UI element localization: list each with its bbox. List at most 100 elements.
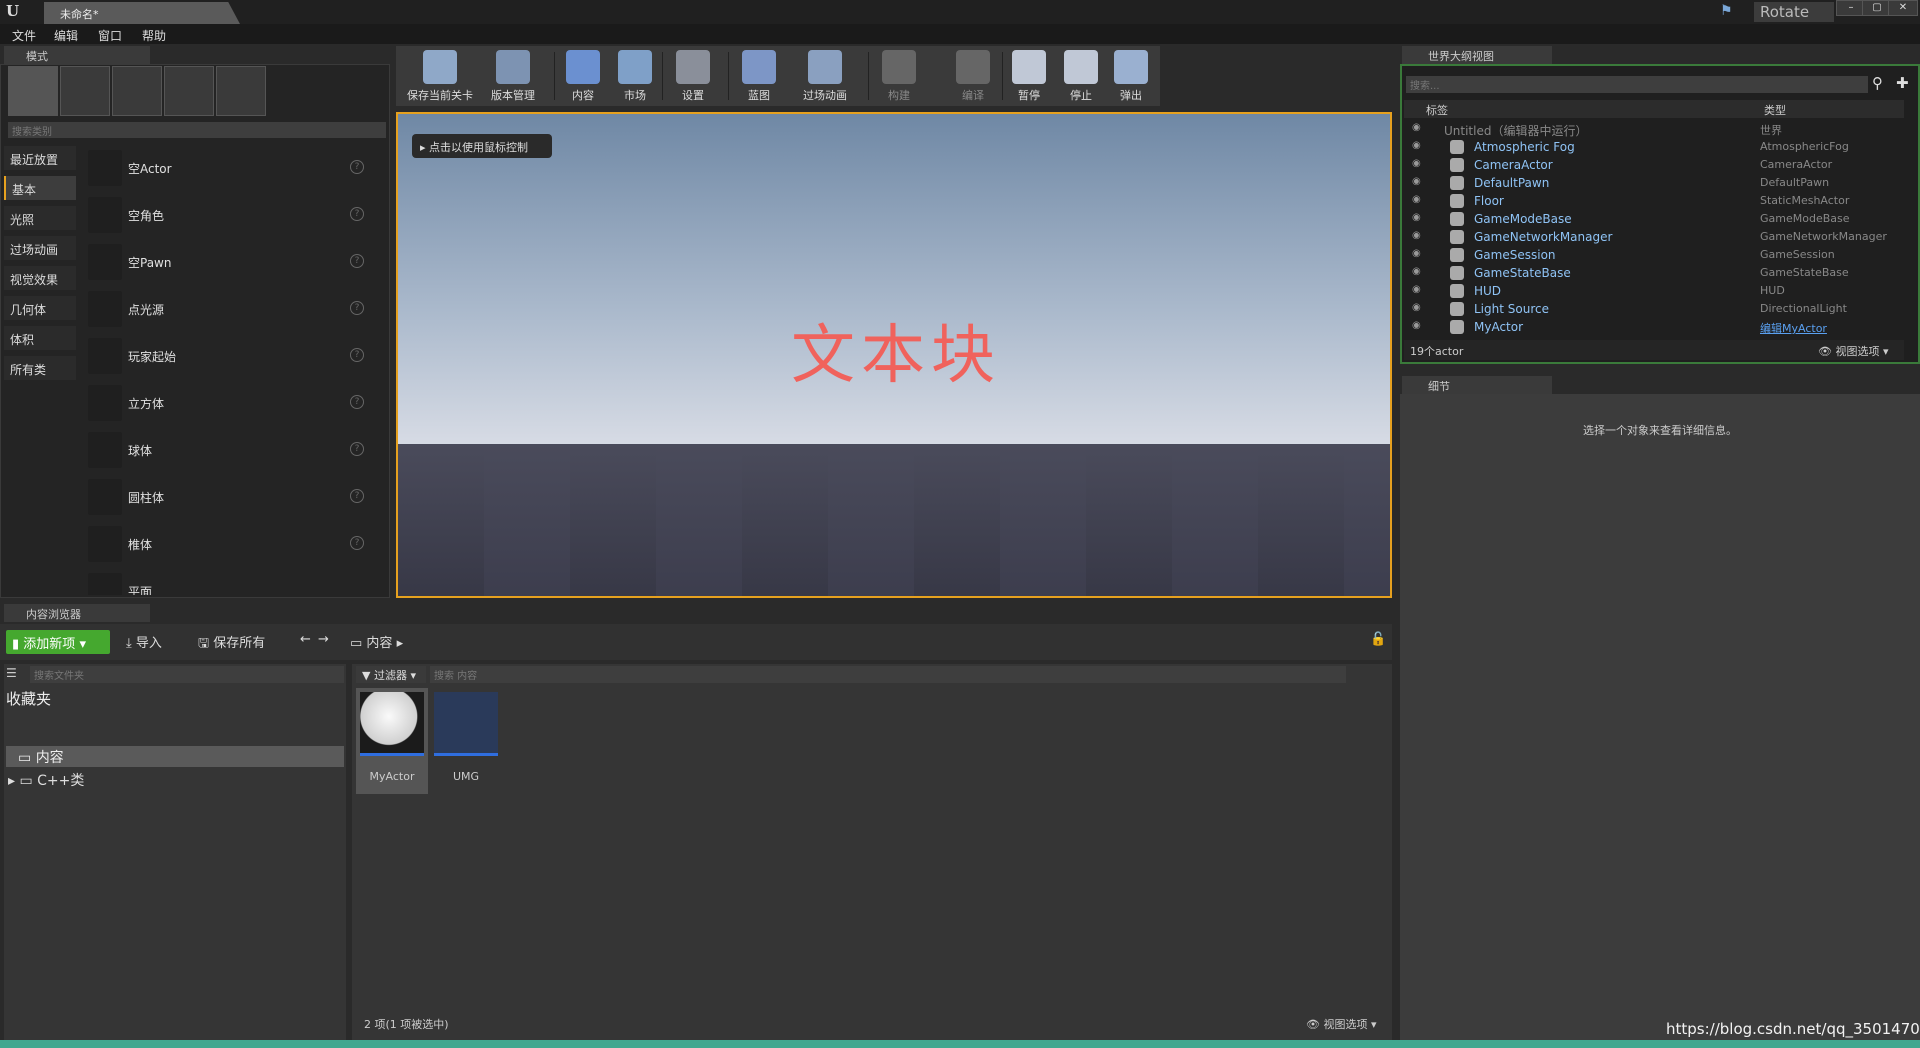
folder-cpp-classes[interactable]: ▸ ▭ C++类 [8, 770, 84, 790]
outliner-row[interactable]: ◉ Floor StaticMeshActor [1404, 192, 1902, 210]
content-button[interactable]: 内容 [558, 48, 608, 104]
place-item-player-start[interactable]: 玩家起始? [84, 334, 374, 380]
help-icon[interactable]: ? [350, 207, 364, 221]
menu-help[interactable]: 帮助 [142, 27, 166, 44]
settings-button[interactable]: 设置 [666, 48, 720, 104]
outliner-search-input[interactable]: 搜索... [1406, 76, 1868, 93]
eye-icon[interactable]: ◉ [1412, 158, 1426, 170]
eye-icon[interactable]: ◉ [1412, 122, 1426, 134]
category-cinematics[interactable]: 过场动画 [4, 236, 76, 260]
outliner-row[interactable]: ◉ GameStateBase GameStateBase [1404, 264, 1902, 282]
place-item-cone[interactable]: 椎体? [84, 522, 374, 568]
content-search-input[interactable]: 搜索 内容 [430, 666, 1346, 683]
outliner-row[interactable]: ◉ HUD HUD [1404, 282, 1902, 300]
mouse-control-hint[interactable]: ▸ 点击以使用鼠标控制 [412, 134, 552, 158]
outliner-row[interactable]: ◉ MyActor 编辑MyActor [1404, 318, 1902, 334]
category-geometry[interactable]: 几何体 [4, 296, 76, 320]
help-icon[interactable]: ? [350, 348, 364, 362]
category-search-input[interactable]: 搜索类别 [8, 122, 386, 138]
outliner-view-options[interactable]: 👁 视图选项 ▾ [1818, 343, 1889, 359]
outliner-row[interactable]: ◉ CameraActor CameraActor [1404, 156, 1902, 174]
place-mode-icon[interactable] [8, 66, 58, 116]
landscape-mode-icon[interactable] [112, 66, 162, 116]
outliner-row[interactable]: ◉ GameNetworkManager GameNetworkManager [1404, 228, 1902, 246]
sources-toggle-icon[interactable]: ☰ [6, 666, 26, 683]
eye-icon[interactable]: ◉ [1412, 266, 1426, 278]
eject-button[interactable]: 弹出 [1108, 48, 1154, 104]
back-arrow-icon[interactable]: ← [300, 632, 311, 647]
tab-modes[interactable]: 模式 [4, 46, 150, 64]
outliner-row[interactable]: ◉ Atmospheric Fog AtmosphericFog [1404, 138, 1902, 156]
place-item-empty-character[interactable]: 空角色? [84, 193, 374, 239]
help-icon[interactable]: ? [350, 301, 364, 315]
place-item-plane[interactable]: 平面 [84, 569, 374, 595]
outliner-row[interactable]: ◉ GameSession GameSession [1404, 246, 1902, 264]
folder-content[interactable]: ▭ 内容 [6, 746, 344, 767]
level-viewport[interactable]: ▸ 点击以使用鼠标控制 文本块 [396, 112, 1392, 598]
close-button[interactable]: ✕ [1888, 0, 1918, 16]
menu-file[interactable]: 文件 [12, 27, 36, 44]
category-recent[interactable]: 最近放置 [4, 146, 76, 170]
pause-button[interactable]: 暂停 [1006, 48, 1052, 104]
eye-icon[interactable]: ◉ [1412, 230, 1426, 242]
eye-icon[interactable]: ◉ [1412, 194, 1426, 206]
paint-mode-icon[interactable] [60, 66, 110, 116]
source-control-button[interactable]: 版本管理 [484, 48, 542, 104]
content-view-options[interactable]: 👁 视图选项 ▾ [1306, 1016, 1377, 1032]
eye-icon[interactable]: ◉ [1412, 140, 1426, 152]
column-type[interactable]: 类型 [1764, 102, 1786, 118]
import-button[interactable]: ⤓ 导入 [126, 632, 162, 651]
category-basic[interactable]: 基本 [4, 176, 76, 200]
outliner-row[interactable]: ◉ Light Source DirectionalLight [1404, 300, 1902, 318]
category-visual-effects[interactable]: 视觉效果 [4, 266, 76, 290]
eye-icon[interactable]: ◉ [1412, 212, 1426, 224]
menu-window[interactable]: 窗口 [98, 27, 122, 44]
lock-icon[interactable]: 🔓 [1370, 632, 1386, 647]
place-item-sphere[interactable]: 球体? [84, 428, 374, 474]
tab-world-outliner[interactable]: 世界大纲视图 [1402, 46, 1552, 64]
foliage-mode-icon[interactable] [164, 66, 214, 116]
blueprints-button[interactable]: 蓝图 [732, 48, 786, 104]
place-item-cylinder[interactable]: 圆柱体? [84, 475, 374, 521]
rotate-button[interactable]: Rotate [1754, 2, 1834, 22]
help-icon[interactable]: ? [350, 489, 364, 503]
help-icon[interactable]: ? [350, 536, 364, 550]
asset-tile[interactable]: MyActor [356, 688, 428, 794]
build-button[interactable]: 构建 [872, 48, 926, 104]
save-current-level-button[interactable]: 保存当前关卡 [400, 48, 480, 104]
category-all-classes[interactable]: 所有类 [4, 356, 76, 380]
forward-arrow-icon[interactable]: → [318, 632, 329, 647]
outliner-root-row[interactable]: ◉ Untitled（编辑器中运行） 世界 [1404, 120, 1902, 138]
geometry-mode-icon[interactable] [216, 66, 266, 116]
save-all-button[interactable]: 🖫 保存所有 [198, 632, 265, 656]
tab-details[interactable]: 细节 [1402, 376, 1552, 394]
filter-button[interactable]: ▼ 过滤器 ▾ [356, 666, 426, 683]
category-lights[interactable]: 光照 [4, 206, 76, 230]
marketplace-button[interactable]: 市场 [610, 48, 660, 104]
add-new-button[interactable]: ▮ 添加新项 ▾ [6, 630, 110, 654]
path-breadcrumb[interactable]: ▭ 内容 ▸ [350, 632, 403, 651]
favorites-header[interactable]: 收藏夹 [6, 688, 51, 709]
cinematics-button[interactable]: 过场动画 [792, 48, 858, 104]
add-actor-icon[interactable]: ✚ [1896, 74, 1916, 94]
column-label[interactable]: 标签 [1426, 102, 1448, 118]
edit-actor-link[interactable]: 编辑MyActor [1760, 320, 1827, 334]
place-item-point-light[interactable]: 点光源? [84, 287, 374, 333]
tab-content-browser[interactable]: 内容浏览器 [4, 604, 150, 622]
eye-icon[interactable]: ◉ [1412, 302, 1426, 314]
folder-search-input[interactable]: 搜索文件夹 [30, 666, 344, 683]
flag-icon[interactable]: ⚑ [1720, 3, 1740, 21]
eye-icon[interactable]: ◉ [1412, 320, 1426, 332]
asset-tile[interactable]: UMG [430, 688, 502, 794]
place-item-cube[interactable]: 立方体? [84, 381, 374, 427]
menu-edit[interactable]: 编辑 [54, 27, 78, 44]
document-tab[interactable]: 未命名* [44, 2, 240, 24]
help-icon[interactable]: ? [350, 254, 364, 268]
eye-icon[interactable]: ◉ [1412, 248, 1426, 260]
outliner-row[interactable]: ◉ DefaultPawn DefaultPawn [1404, 174, 1902, 192]
place-item-empty-pawn[interactable]: 空Pawn? [84, 240, 374, 286]
stop-button[interactable]: 停止 [1058, 48, 1104, 104]
help-icon[interactable]: ? [350, 442, 364, 456]
help-icon[interactable]: ? [350, 395, 364, 409]
compile-button[interactable]: 编译 [946, 48, 1000, 104]
